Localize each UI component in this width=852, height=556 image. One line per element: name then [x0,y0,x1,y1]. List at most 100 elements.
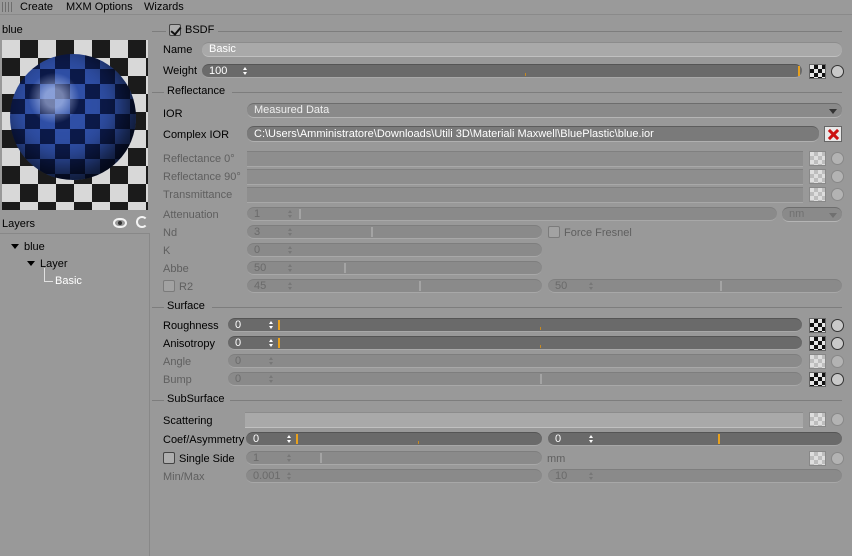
k-slider[interactable] [297,243,542,257]
slider-thumb[interactable] [278,320,280,330]
single-side-texture-icon[interactable] [809,451,826,466]
anisotropy-texture-icon[interactable] [809,336,826,351]
coef-number-input[interactable]: 0 [246,432,296,446]
transmittance-texture-icon[interactable] [809,187,826,202]
spinner-arrows-icon[interactable] [287,454,292,462]
spinner-arrows-icon[interactable] [288,246,293,254]
weight-texture-icon[interactable] [809,64,826,79]
r2-checkbox[interactable] [163,280,175,292]
reflectance90-texture-icon[interactable] [809,169,826,184]
abbe-slider[interactable] [297,261,542,275]
reflectance90-map-toggle[interactable] [831,170,844,183]
spinner-arrows-icon[interactable] [288,210,293,218]
r2-number-input-b[interactable]: 50 [548,279,598,293]
r2-slider-b[interactable] [598,279,842,293]
grip-handle-icon[interactable] [2,2,12,12]
spinner-arrows-icon[interactable] [269,357,274,365]
reflectance90-color[interactable] [247,169,803,185]
bsdf-enable-checkbox[interactable] [169,24,181,36]
single-side-number-input[interactable]: 1 [246,451,296,465]
r2-number-input-a[interactable]: 45 [247,279,297,293]
reflectance0-map-toggle[interactable] [831,152,844,165]
refresh-icon[interactable] [136,216,148,228]
slider-thumb[interactable] [540,374,542,384]
nd-number-input[interactable]: 3 [247,225,297,239]
menu-wizards[interactable]: Wizards [144,0,184,15]
menu-mxm-options[interactable]: MXM Options [66,0,133,15]
roughness-texture-icon[interactable] [809,318,826,333]
roughness-map-toggle[interactable] [831,319,844,332]
slider-thumb[interactable] [371,227,373,237]
scattering-texture-icon[interactable] [809,412,826,427]
angle-slider[interactable] [278,354,802,368]
complex-ior-path-input[interactable]: C:\Users\Amministratore\Downloads\Utili … [247,126,819,142]
slider-thumb[interactable] [296,434,298,444]
menu-create[interactable]: Create [20,0,53,15]
slider-thumb[interactable] [419,281,421,291]
spinner-arrows-icon[interactable] [269,321,274,329]
angle-number-input[interactable]: 0 [228,354,278,368]
spinner-arrows-icon[interactable] [589,282,594,290]
weight-map-toggle[interactable] [831,65,844,78]
angle-texture-icon[interactable] [809,354,826,369]
asymmetry-slider[interactable] [598,432,842,446]
min-slider[interactable] [296,469,542,483]
ior-mode-dropdown[interactable]: Measured Data [247,103,842,118]
nd-slider[interactable] [297,225,542,239]
scattering-color[interactable] [245,412,803,428]
slider-thumb[interactable] [344,263,346,273]
spinner-arrows-icon[interactable] [288,282,293,290]
slider-thumb[interactable] [720,281,722,291]
name-input[interactable]: Basic [202,42,842,57]
attenuation-unit-dropdown[interactable]: nm [782,207,842,222]
spinner-arrows-icon[interactable] [288,264,293,272]
attenuation-slider[interactable] [297,207,777,221]
transmittance-map-toggle[interactable] [831,188,844,201]
single-side-slider[interactable] [296,451,542,465]
expand-triangle-icon[interactable] [27,261,35,266]
slider-thumb[interactable] [299,209,301,219]
single-side-checkbox[interactable] [163,452,175,464]
anisotropy-number-input[interactable]: 0 [228,336,278,350]
bump-number-input[interactable]: 0 [228,372,278,386]
spinner-arrows-icon[interactable] [243,67,248,75]
spinner-arrows-icon[interactable] [269,375,274,383]
transmittance-color[interactable] [247,187,803,203]
max-number-input[interactable]: 10 [548,469,598,483]
r2-slider-a[interactable] [297,279,542,293]
spinner-arrows-icon[interactable] [589,472,594,480]
spinner-arrows-icon[interactable] [287,472,292,480]
max-slider[interactable] [598,469,842,483]
tree-item-blue[interactable]: blue [11,240,45,254]
spinner-arrows-icon[interactable] [288,228,293,236]
slider-thumb[interactable] [798,66,800,76]
eye-icon[interactable] [113,218,127,228]
slider-thumb[interactable] [278,338,280,348]
tree-item-basic[interactable]: Basic [55,274,82,288]
roughness-number-input[interactable]: 0 [228,318,278,332]
coef-slider[interactable] [296,432,542,446]
spinner-arrows-icon[interactable] [287,435,292,443]
attenuation-number-input[interactable]: 1 [247,207,297,221]
abbe-number-input[interactable]: 50 [247,261,297,275]
bump-slider[interactable] [278,372,802,386]
roughness-slider[interactable] [278,318,802,332]
bump-texture-icon[interactable] [809,372,826,387]
asymmetry-number-input[interactable]: 0 [548,432,598,446]
reflectance0-color[interactable] [247,151,803,167]
weight-slider[interactable] [252,64,802,78]
spinner-arrows-icon[interactable] [269,339,274,347]
bump-map-toggle[interactable] [831,373,844,386]
min-number-input[interactable]: 0.001 [246,469,296,483]
expand-triangle-icon[interactable] [11,244,19,249]
slider-thumb[interactable] [320,453,322,463]
angle-map-toggle[interactable] [831,355,844,368]
k-number-input[interactable]: 0 [247,243,297,257]
clear-path-icon[interactable] [824,126,842,142]
anisotropy-map-toggle[interactable] [831,337,844,350]
single-side-map-toggle[interactable] [831,452,844,465]
scattering-map-toggle[interactable] [831,413,844,426]
force-fresnel-checkbox[interactable] [548,226,560,238]
slider-thumb[interactable] [718,434,720,444]
anisotropy-slider[interactable] [278,336,802,350]
